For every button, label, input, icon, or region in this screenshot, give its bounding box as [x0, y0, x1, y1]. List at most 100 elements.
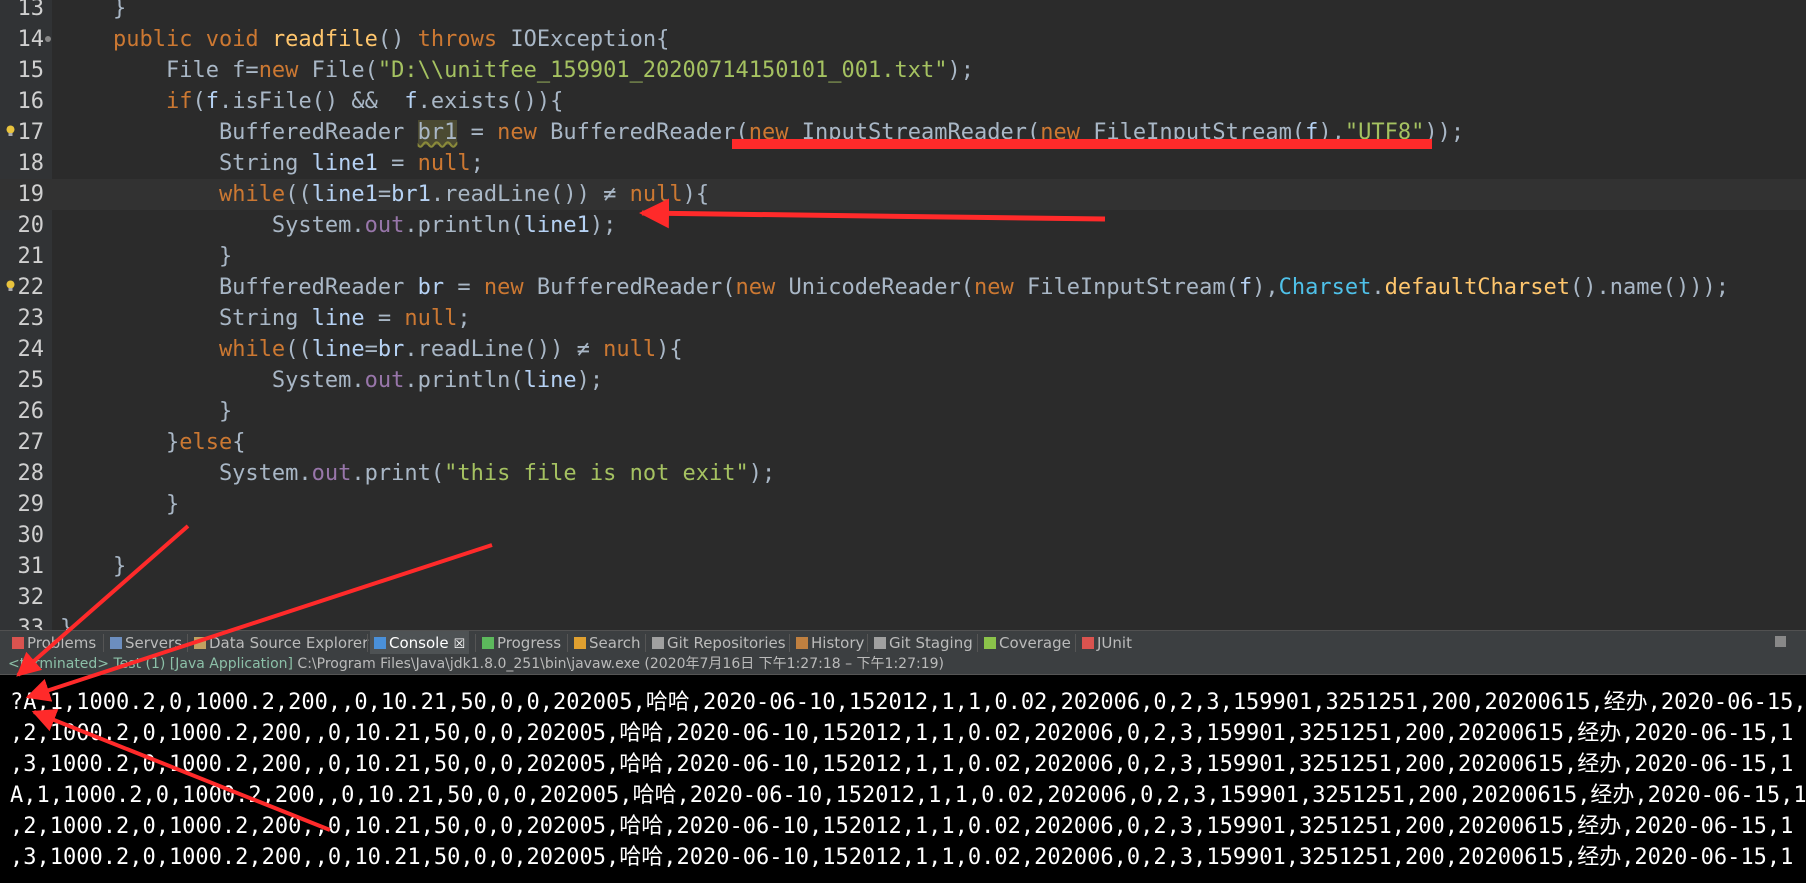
code-text: if(f.isFile() && f.exists()){: [165, 89, 564, 114]
code-line-19[interactable]: 19 while((line1=br1.readLine()) ≠ null){: [0, 179, 1806, 210]
tab-label: History: [811, 634, 865, 652]
tab-separator: [367, 634, 368, 652]
database-icon: [194, 637, 206, 649]
coverage-icon: [984, 637, 996, 649]
jvm-path-label: C:\Program Files\Java\jdk1.8.0_251\bin\j…: [297, 656, 944, 672]
tab-label: Progress: [497, 634, 562, 652]
tab-data-source-explorer[interactable]: Data Source Explorer: [190, 631, 372, 655]
tab-git-repositories[interactable]: Git Repositories: [648, 631, 790, 655]
tab-separator: [1075, 634, 1076, 652]
tab-separator: [977, 634, 978, 652]
tab-label: Git Staging: [889, 634, 973, 652]
code-line-29[interactable]: 29 }: [0, 489, 1806, 520]
code-line-17[interactable]: 17 BufferedReader br1 = new BufferedRead…: [0, 117, 1806, 148]
line-number: 18: [17, 151, 45, 176]
tab-separator: [789, 634, 790, 652]
console-output[interactable]: ?A,1,1000.2,0,1000.2,200,,0,10.21,50,0,0…: [0, 675, 1806, 883]
tab-git-staging[interactable]: Git Staging: [870, 631, 977, 655]
code-line-33[interactable]: 33}: [0, 613, 1806, 630]
code-text: String line1 = null;: [60, 151, 484, 176]
console-line: A,1,1000.2,0,1000.2,200,,0,10.21,50,0,0,…: [10, 783, 1806, 808]
progress-icon: [482, 637, 494, 649]
line-number: 24: [17, 337, 45, 362]
code-text: System.out.println(line1);: [60, 213, 617, 238]
line-number: 26: [17, 399, 45, 424]
servers-icon: [110, 637, 122, 649]
code-text: }: [60, 492, 180, 517]
code-text: }else{: [60, 430, 246, 455]
code-line-23[interactable]: 23 String line = null;: [0, 303, 1806, 334]
line-number: 19: [17, 182, 45, 207]
line-number: 16: [17, 89, 45, 114]
line-number: 27: [17, 430, 45, 455]
search-icon: [574, 637, 586, 649]
line-number: 23: [17, 306, 45, 331]
line-number: 14: [17, 27, 45, 52]
code-text: while((line=br.readLine()) ≠ null){: [218, 337, 683, 362]
code-line-28[interactable]: 28 System.out.print("this file is not ex…: [0, 458, 1806, 489]
console-line: ,3,1000.2,0,1000.2,200,,0,10.21,50,0,0,2…: [10, 845, 1794, 870]
code-line-22[interactable]: 22 BufferedReader br = new BufferedReade…: [0, 272, 1806, 303]
console-icon: [374, 637, 386, 649]
code-line-18[interactable]: 18 String line1 = null;: [0, 148, 1806, 179]
code-editor[interactable]: 13 } 14 public void readfile() throws IOE…: [0, 0, 1806, 630]
tab-servers[interactable]: Servers: [106, 631, 186, 655]
tab-console[interactable]: Console ☒: [370, 631, 470, 655]
tab-label: Data Source Explorer: [209, 634, 369, 652]
tab-separator: [867, 634, 868, 652]
line-number: 15: [17, 58, 45, 83]
tab-label: JUnit: [1097, 634, 1132, 652]
code-text: }: [60, 244, 233, 269]
lightbulb-warning-icon[interactable]: [6, 125, 15, 137]
tab-separator: [567, 634, 568, 652]
code-line-13[interactable]: 13 }: [0, 0, 1806, 24]
line-number: 21: [17, 244, 45, 269]
code-line-26[interactable]: 26 }: [0, 396, 1806, 427]
line-number: 30: [17, 523, 45, 548]
code-text: BufferedReader br = new BufferedReader(n…: [60, 275, 1729, 300]
code-text: String line = null;: [60, 306, 471, 331]
code-text: public void readfile() throws IOExceptio…: [112, 27, 670, 52]
minimize-icon[interactable]: [1775, 636, 1786, 647]
tab-separator: [475, 634, 476, 652]
code-text: System.out.println(line);: [60, 368, 604, 393]
code-line-24[interactable]: 24 while((line=br.readLine()) ≠ null){: [0, 334, 1806, 365]
code-line-32[interactable]: 32: [0, 582, 1806, 613]
code-line-21[interactable]: 21 }: [0, 241, 1806, 272]
tab-coverage[interactable]: Coverage: [980, 631, 1075, 655]
code-line-14[interactable]: 14 public void readfile() throws IOExcep…: [0, 24, 1806, 55]
code-text: File f=new File("D:\\unitfee_159901_2020…: [60, 58, 974, 83]
code-text: }: [60, 0, 127, 21]
tab-history[interactable]: History: [792, 631, 868, 655]
code-line-15[interactable]: 15 File f=new File("D:\\unitfee_159901_2…: [0, 55, 1806, 86]
code-line-30[interactable]: 30: [0, 520, 1806, 551]
git-repo-icon: [652, 637, 664, 649]
tab-label: Problems: [27, 634, 97, 652]
line-number: 13: [17, 0, 45, 21]
close-tab-icon[interactable]: ☒: [454, 637, 466, 652]
lightbulb-warning-icon[interactable]: [6, 280, 15, 292]
console-status-bar: <terminated> Test (1) [Java Application]…: [0, 654, 1806, 675]
console-line: ,2,1000.2,0,1000.2,200,,0,10.21,50,0,0,2…: [10, 721, 1794, 746]
code-line-25[interactable]: 25 System.out.println(line);: [0, 365, 1806, 396]
git-staging-icon: [874, 637, 886, 649]
tab-progress[interactable]: Progress: [478, 631, 565, 655]
tab-separator: [103, 634, 104, 652]
code-line-27[interactable]: 27 }else{: [0, 427, 1806, 458]
code-line-31[interactable]: 31 }: [0, 551, 1806, 582]
bottom-panel-tabs: Problems Servers Data Source Explorer Conso…: [0, 630, 1806, 655]
line-number: 28: [17, 461, 45, 486]
code-line-20[interactable]: 20 System.out.println(line1);: [0, 210, 1806, 241]
code-text: }: [60, 399, 233, 424]
code-line-16[interactable]: 16 if(f.isFile() && f.exists()){: [0, 86, 1806, 117]
tab-junit[interactable]: JUnit: [1078, 631, 1136, 655]
code-text: }: [60, 616, 74, 630]
tab-label: Git Repositories: [667, 634, 786, 652]
line-number: 32: [17, 585, 45, 610]
console-line: ,2,1000.2,0,1000.2,200,,0,10.21,50,0,0,2…: [10, 814, 1794, 839]
tab-search[interactable]: Search: [570, 631, 645, 655]
code-text: }: [60, 554, 127, 579]
tab-label: Servers: [125, 634, 183, 652]
fold-marker-icon[interactable]: [45, 36, 51, 42]
tab-problems[interactable]: Problems: [8, 631, 100, 655]
